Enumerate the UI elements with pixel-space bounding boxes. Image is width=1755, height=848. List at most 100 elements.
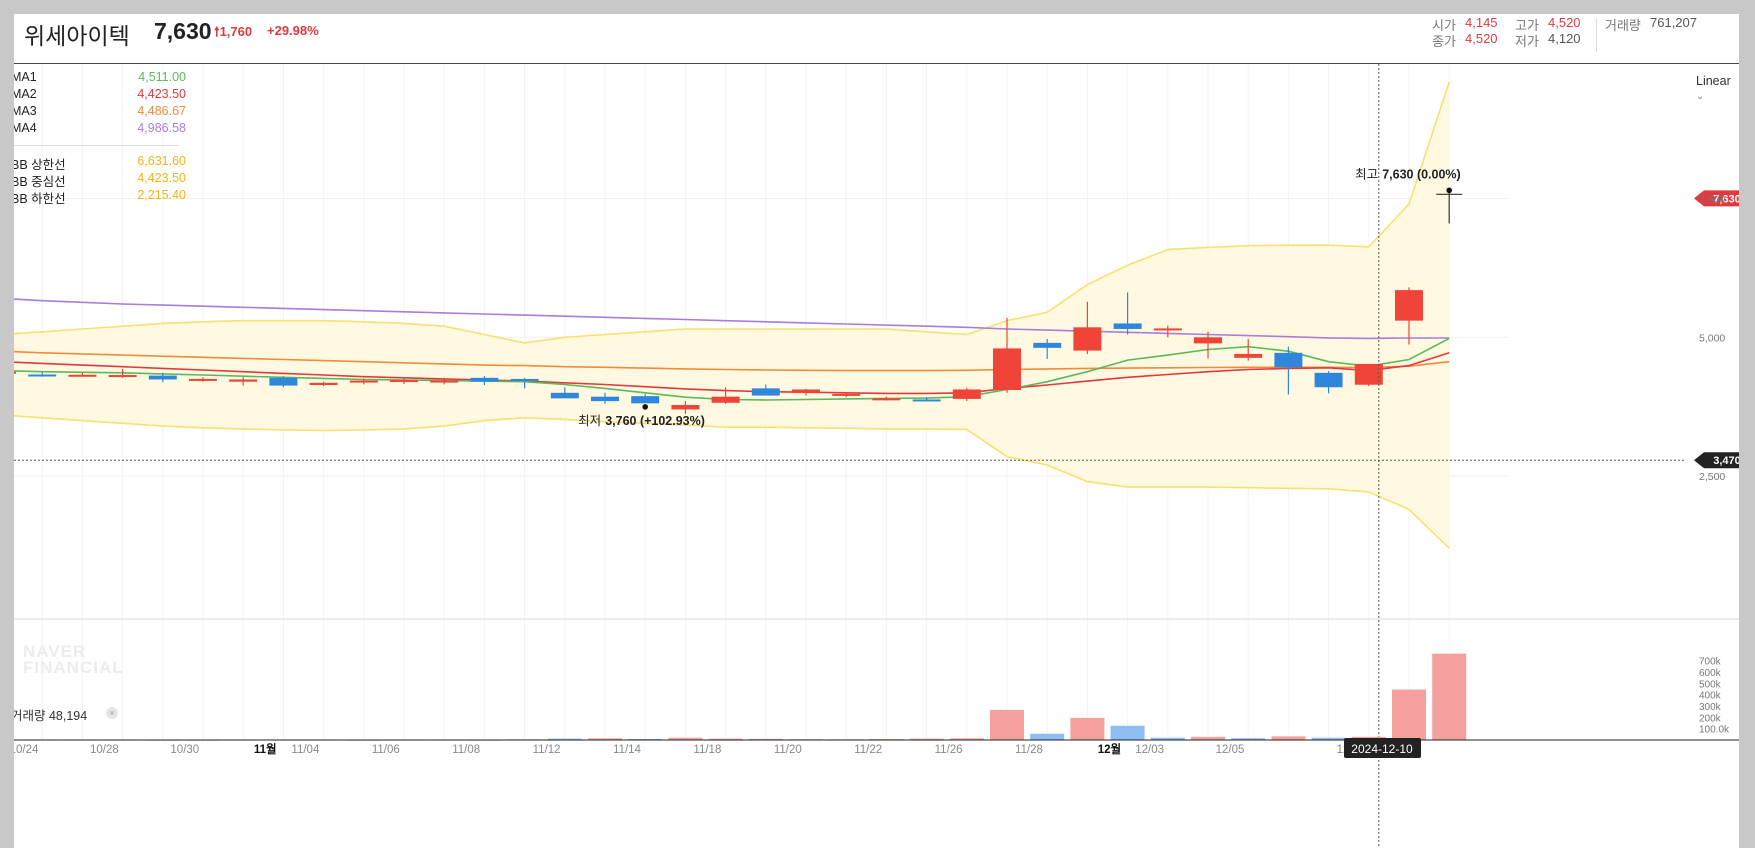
x-tick-label: 11/26	[935, 744, 963, 756]
volume-label: 거래량	[1605, 18, 1641, 33]
candle-body	[68, 374, 97, 377]
legend-value: 4,423.50	[137, 171, 186, 185]
legend-value: 6,631.60	[137, 154, 186, 168]
candle-body	[390, 380, 418, 383]
x-tick-label: 11/14	[613, 744, 642, 756]
crosshair-date-label: 2024-12-10	[1351, 742, 1413, 756]
x-tick-label: 12/03	[1135, 744, 1164, 756]
x-tick-label: 10/28	[90, 744, 119, 756]
candle-body	[711, 396, 740, 403]
bollinger-band	[14, 81, 1450, 549]
scale-mode-dropdown[interactable]: Linear ⌄	[1696, 74, 1739, 102]
candle-body	[792, 389, 820, 393]
scale-mode-label: Linear	[1696, 74, 1731, 88]
high-marker	[1446, 187, 1452, 194]
low-annotation-label: 최저	[578, 414, 601, 428]
crosshair-price-label: 3,470	[1713, 455, 1739, 467]
low-annotation-value: 3,760 (+102.93%)	[605, 414, 705, 428]
x-tick-label: 11/20	[774, 744, 802, 756]
volume-panel-label: 거래량 48,194	[14, 709, 88, 723]
candle-body	[591, 396, 619, 402]
candle-body	[751, 388, 780, 396]
y-tick-label: 7,500	[1699, 194, 1725, 206]
legend-bb-lower[interactable]: BB 하한선 2,215.40	[14, 188, 191, 206]
candle-body	[108, 375, 137, 378]
candle-body	[510, 378, 539, 381]
candle-body	[550, 392, 579, 399]
volume-y-tick-label: 500k	[1699, 679, 1722, 690]
candle-body	[872, 398, 901, 401]
candle-body	[1234, 353, 1263, 358]
naver-financial-watermark: NAVER FINANCIAL	[23, 643, 124, 677]
volume-y-tick-label: 400k	[1699, 691, 1722, 702]
x-tick-label: 11/12	[533, 744, 561, 756]
legend-value: 4,423.50	[137, 87, 186, 101]
candle-body	[631, 396, 660, 404]
current-price: 7,630	[154, 18, 212, 44]
stock-chart[interactable]: 최고 7,630 (0.00%) 최저 3,760 (+102.93%) 3,470 7,…	[14, 14, 1739, 848]
x-tick-label: 11/18	[693, 744, 721, 756]
high-value: 4,520	[1548, 15, 1581, 30]
high-annotation-value: 7,630 (0.00%)	[1382, 167, 1461, 181]
candle-body	[430, 380, 459, 383]
price-change-percent: +29.98%	[267, 23, 319, 38]
candle-body	[1314, 372, 1343, 388]
volume-bar	[990, 709, 1024, 740]
legend-ma1[interactable]: MA1 4,511.00	[14, 70, 191, 86]
volume-y-tick-label: 300k	[1699, 702, 1722, 713]
legend-value: 4,986.58	[137, 121, 186, 135]
x-tick-label: 11/28	[1015, 744, 1043, 756]
candle-body	[1395, 290, 1423, 321]
candle-body	[14, 371, 16, 374]
x-tick-label: 11/22	[854, 744, 882, 756]
x-tick-label: 11/06	[372, 744, 400, 756]
legend-name: MA2	[14, 87, 37, 101]
candle-body	[832, 393, 861, 396]
legend-value: 4,511.00	[138, 70, 186, 84]
volume-y-tick-label: 700k	[1699, 657, 1722, 668]
legend-bb-middle[interactable]: BB 중심선 4,423.50	[14, 171, 191, 189]
volume-bar	[1030, 733, 1065, 740]
y-tick-label: 2,500	[1699, 471, 1725, 483]
candle-body	[1113, 323, 1142, 329]
high-annotation-label: 최고	[1355, 167, 1378, 181]
candle-body	[912, 399, 941, 402]
x-tick-label: 10/30	[170, 744, 199, 756]
candle-body	[349, 380, 378, 383]
candle-body	[189, 378, 217, 381]
x-tick-label: 12월	[1098, 742, 1121, 756]
volume-bar	[1110, 725, 1145, 740]
volume-bar	[1392, 689, 1426, 740]
candle-body	[470, 377, 499, 382]
volume-y-tick-label: 200k	[1699, 713, 1722, 724]
close-icon[interactable]: ×	[106, 707, 118, 719]
volume-y-tick-label: 100.0k	[1699, 725, 1730, 736]
volume-bar	[1070, 717, 1105, 740]
x-tick-label: 11/04	[291, 744, 320, 756]
volume-y-tick-label: 600k	[1699, 668, 1722, 679]
x-tick-label: 11/08	[452, 744, 480, 756]
volume-value: 761,207	[1650, 15, 1697, 30]
open-value: 4,145	[1465, 15, 1498, 30]
x-tick-label: 11월	[254, 742, 277, 756]
quote-header: 위세아이텍 7,630 🠕1,760 +29.98% 시가 4,145 종가 4…	[14, 14, 1739, 64]
candle-body	[229, 379, 258, 382]
candle-body	[993, 348, 1021, 391]
legend-name: MA4	[14, 121, 37, 135]
legend-ma3[interactable]: MA3 4,486.67	[14, 104, 191, 120]
watermark-line2: FINANCIAL	[23, 658, 124, 677]
close-label: 종가	[1432, 34, 1456, 49]
candle-body	[671, 405, 700, 410]
chevron-down-icon: ⌄	[1696, 91, 1705, 102]
price-change-value: 1,760	[219, 24, 253, 39]
candle-body	[28, 374, 57, 377]
volume-bar	[1432, 653, 1467, 740]
legend-ma4[interactable]: MA4 4,986.58	[14, 121, 191, 137]
y-tick-label: 5,000	[1699, 332, 1725, 344]
chart-frame: 최고 7,630 (0.00%) 최저 3,760 (+102.93%) 3,470 7,…	[14, 14, 1739, 848]
legend-ma2[interactable]: MA2 4,423.50	[14, 87, 191, 103]
legend-bb-upper[interactable]: BB 상한선 6,631.60	[14, 154, 191, 172]
bollinger-fill	[14, 82, 1450, 549]
candle-body	[1153, 328, 1182, 331]
annotations: 최고 7,630 (0.00%) 최저 3,760 (+102.93%) 3,470 7,…	[14, 64, 1739, 848]
